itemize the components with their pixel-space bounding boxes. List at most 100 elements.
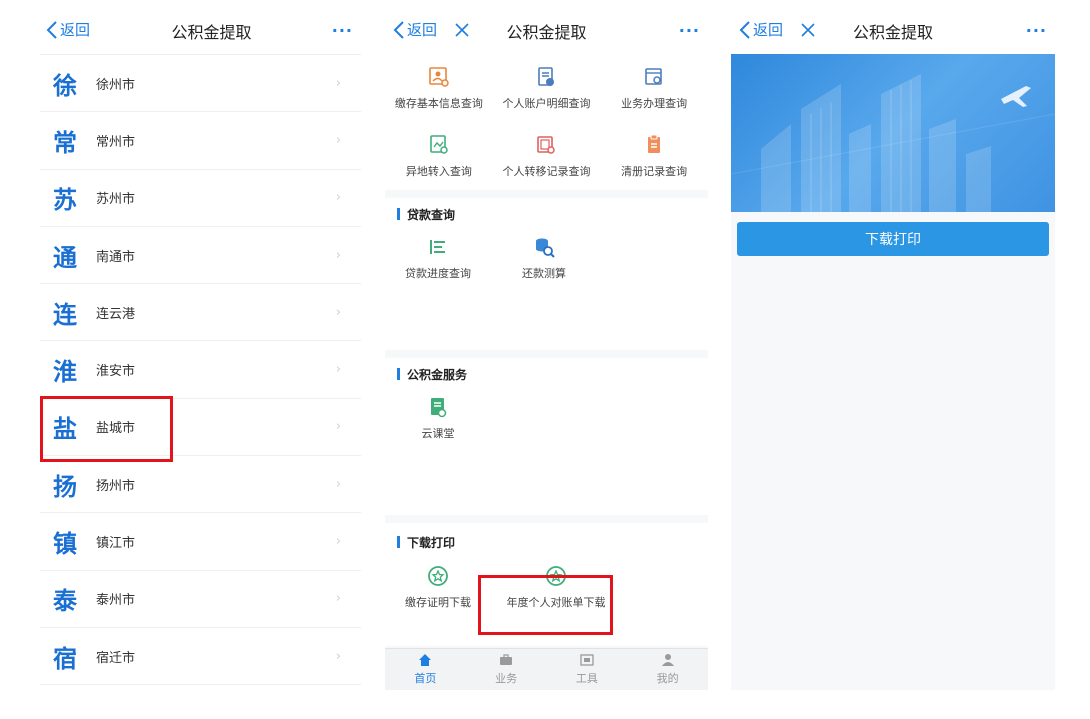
tab-label: 首页 xyxy=(414,672,437,685)
transfer-record-icon xyxy=(537,136,556,154)
service-item[interactable]: 个人转移记录查询 xyxy=(493,122,601,190)
service-item[interactable]: 缴存基本信息查询 xyxy=(385,54,493,122)
section-header: 下载打印 xyxy=(385,523,708,561)
city-skyline-banner xyxy=(731,54,1055,212)
city-name: 苏州市 xyxy=(96,192,136,208)
city-name: 宿迁市 xyxy=(96,650,136,666)
more-menu-button[interactable]: ··· xyxy=(1026,21,1047,40)
transfer-in-icon xyxy=(430,135,448,154)
chevron-right-icon: › xyxy=(335,476,341,492)
close-icon[interactable] xyxy=(800,22,816,38)
city-row-xuzhou[interactable]: 徐 徐州市 › xyxy=(40,55,361,113)
chevron-right-icon: › xyxy=(335,132,341,148)
city-row-suzhou[interactable]: 苏 苏州市 › xyxy=(40,170,361,227)
city-name: 扬州市 xyxy=(96,478,136,494)
back-label: 返回 xyxy=(407,21,438,39)
city-glyph: 淮 xyxy=(53,358,77,387)
city-name: 连云港 xyxy=(96,306,136,322)
chevron-right-icon: › xyxy=(335,534,341,550)
service-item[interactable]: 业务办理查询 xyxy=(600,54,708,122)
query-grid: 缴存基本信息查询 个人账户明细查询 业务办理查询 异地转入查询 个人转移记录查询… xyxy=(385,54,708,190)
chevron-left-icon xyxy=(739,20,750,39)
city-glyph: 泰 xyxy=(53,587,77,616)
business-search-icon xyxy=(645,68,662,85)
service-label: 还款测算 xyxy=(522,267,566,280)
city-name: 徐州市 xyxy=(96,77,136,93)
city-glyph: 徐 xyxy=(53,71,77,100)
city-row-lianyungang[interactable]: 连 连云港 › xyxy=(40,284,361,342)
skyline-illustration xyxy=(731,74,1055,212)
back-label: 返回 xyxy=(753,21,784,39)
more-menu-button[interactable]: ··· xyxy=(679,21,700,40)
chevron-right-icon: › xyxy=(335,190,341,206)
city-row-zhenjiang[interactable]: 镇 镇江市 › xyxy=(40,513,361,571)
city-row-huaian[interactable]: 淮 淮安市 › xyxy=(40,341,361,399)
service-label: 缴存基本信息查询 xyxy=(394,97,483,110)
section-header: 公积金服务 xyxy=(385,358,708,390)
tools-icon xyxy=(580,654,594,666)
city-name: 淮安市 xyxy=(96,364,136,380)
back-label: 返回 xyxy=(60,21,91,39)
bottom-tab-bar: 首页 业务 工具 我的 xyxy=(385,648,708,690)
service-item[interactable]: 异地转入查询 xyxy=(385,122,493,190)
back-button[interactable]: 返回 xyxy=(393,19,437,40)
highlight-box-yancheng xyxy=(40,396,173,462)
chevron-right-icon: › xyxy=(335,75,341,91)
chevron-right-icon: › xyxy=(335,247,341,263)
page-title: 公积金提取 xyxy=(506,23,587,42)
user-icon xyxy=(661,654,674,666)
more-menu-button[interactable]: ··· xyxy=(332,21,353,40)
city-glyph: 连 xyxy=(53,300,77,329)
city-name: 南通市 xyxy=(96,249,136,265)
city-row-suqian[interactable]: 宿 宿迁市 › xyxy=(40,628,361,686)
city-glyph: 宿 xyxy=(53,644,77,673)
service-item[interactable]: 云课堂 xyxy=(385,390,491,458)
section-marker xyxy=(397,368,400,380)
city-glyph: 通 xyxy=(53,243,77,272)
tab-label: 业务 xyxy=(495,672,518,685)
back-button[interactable]: 返回 xyxy=(46,19,90,40)
highlight-box-annual-statement xyxy=(478,575,613,635)
service-item[interactable]: 个人账户明细查询 xyxy=(493,54,601,122)
service-label: 异地转入查询 xyxy=(405,165,472,178)
city-row-changzhou[interactable]: 常 常州市 › xyxy=(40,112,361,170)
tab-business[interactable]: 业务 xyxy=(466,649,547,690)
back-button[interactable]: 返回 xyxy=(739,19,783,40)
service-item[interactable]: 清册记录查询 xyxy=(600,122,708,190)
download-print-button[interactable]: 下载打印 xyxy=(737,222,1049,256)
home-icon xyxy=(419,654,432,666)
service-label: 个人账户明细查询 xyxy=(502,97,591,110)
city-list: 徐 徐州市 › 常 常州市 › 苏 苏州市 › 通 南通市 › 连 连云港 › … xyxy=(40,54,361,686)
tab-label: 工具 xyxy=(575,672,598,685)
deposit-proof-download[interactable]: 缴存证明下载 xyxy=(385,561,491,629)
repay-calc-icon xyxy=(536,238,555,258)
city-name: 泰州市 xyxy=(96,593,136,609)
briefcase-icon xyxy=(500,654,513,665)
tab-home[interactable]: 首页 xyxy=(385,649,466,690)
service-label: 个人转移记录查询 xyxy=(502,165,591,178)
city-row-nantong[interactable]: 通 南通市 › xyxy=(40,227,361,285)
nav-bar: 返回 公积金提取 ··· xyxy=(40,8,361,54)
close-icon[interactable] xyxy=(454,22,470,38)
progress-list-icon xyxy=(430,240,445,254)
tab-label: 我的 xyxy=(656,672,679,685)
page-title: 公积金提取 xyxy=(171,23,252,42)
chevron-left-icon xyxy=(393,20,404,39)
service-label: 云课堂 xyxy=(421,427,455,440)
service-item[interactable]: 贷款进度查询 xyxy=(385,230,491,298)
page-title: 公积金提取 xyxy=(852,23,933,42)
download-print-screen: 返回 公积金提取 ··· 下载打印 xyxy=(731,8,1055,690)
city-row-yangzhou[interactable]: 扬 扬州市 › xyxy=(40,456,361,514)
service-section: 公积金服务 云课堂 xyxy=(385,358,708,515)
chevron-right-icon: › xyxy=(335,362,341,378)
city-name: 镇江市 xyxy=(96,536,136,552)
tab-tools[interactable]: 工具 xyxy=(547,649,628,690)
account-detail-icon xyxy=(538,67,555,86)
roster-record-icon xyxy=(648,134,661,153)
city-row-taizhou[interactable]: 泰 泰州市 › xyxy=(40,571,361,628)
service-label: 缴存证明下载 xyxy=(405,596,471,609)
star-badge-icon xyxy=(428,566,448,586)
tab-mine[interactable]: 我的 xyxy=(627,649,708,690)
chevron-right-icon: › xyxy=(335,304,341,320)
service-item[interactable]: 还款测算 xyxy=(491,230,597,298)
